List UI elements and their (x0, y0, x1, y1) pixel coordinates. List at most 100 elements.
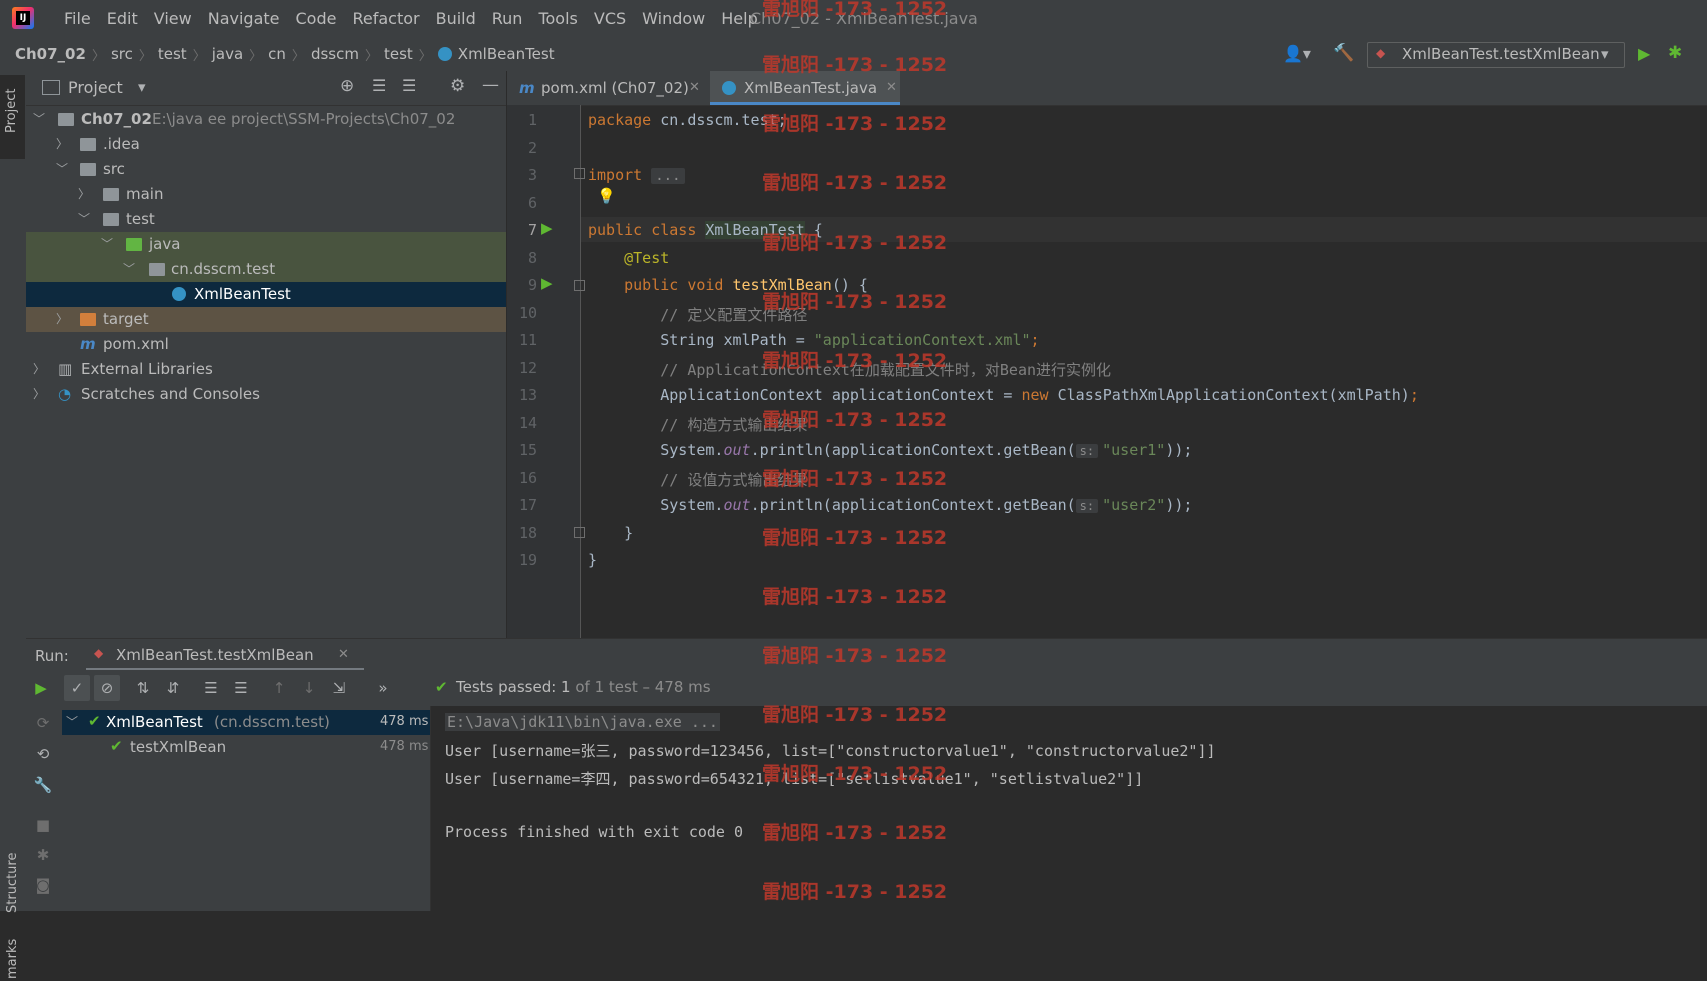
tab-pom-xml[interactable]: m pom.xml (Ch07_02) ✕ (507, 71, 737, 105)
fold-icon[interactable] (574, 527, 585, 538)
folder-icon (80, 163, 96, 176)
tree-item-test[interactable]: ﹀ test (26, 207, 506, 232)
tree-label: cn.dsscm.test (171, 260, 276, 278)
editor[interactable] (507, 71, 1707, 638)
debug-icon[interactable]: ✱ (32, 844, 54, 866)
test-row[interactable]: ﹀ ✔ XmlBeanTest (cn.dsscm.test) 478 ms (62, 710, 430, 735)
breadcrumb-dsscm[interactable]: dsscm (311, 45, 359, 63)
watermark: 雷旭阳 -173 - 1252 (762, 645, 948, 667)
watermark: 雷旭阳 -173 - 1252 (762, 113, 948, 135)
expand-all-icon[interactable]: ☰ (200, 677, 222, 699)
project-tool-label: Project (4, 88, 19, 133)
tree-item-main[interactable]: 〉 main (26, 182, 506, 207)
code-line: ApplicationContext applicationContext = … (660, 386, 1419, 404)
hide-icon[interactable]: — (482, 75, 499, 95)
close-icon[interactable]: ✕ (689, 71, 700, 105)
menu-code[interactable]: Code (288, 9, 345, 28)
next-failed-icon[interactable]: ↓ (298, 677, 320, 699)
close-icon[interactable]: ✕ (338, 647, 349, 662)
run-test-class-icon[interactable]: ▶ (541, 219, 553, 237)
run-icon[interactable]: ▶ (1638, 44, 1650, 63)
tree-label: target (103, 310, 149, 328)
rerun-failed-icon[interactable]: ⟳ (32, 712, 54, 734)
watermark: 雷旭阳 -173 - 1252 (762, 704, 948, 726)
camera-icon[interactable]: ◙ (32, 874, 54, 896)
toggle-auto-test-icon[interactable]: ⟲ (32, 743, 54, 765)
folded-imports[interactable]: ... (651, 168, 685, 184)
breadcrumb-test-pkg[interactable]: test (384, 45, 413, 63)
import-tests-icon[interactable]: ⇲ (328, 677, 350, 699)
menu-vcs[interactable]: VCS (586, 9, 634, 28)
intention-bulb-icon[interactable]: 💡 (597, 187, 616, 205)
locate-icon[interactable]: ⊕ (340, 76, 354, 96)
watermark: 雷旭阳 -173 - 1252 (762, 350, 948, 372)
breadcrumb-class[interactable]: XmlBeanTest (458, 45, 555, 63)
debug-icon[interactable]: ✱ (1668, 43, 1682, 63)
structure-tool-tab[interactable]: Structure (2, 841, 24, 921)
watermark: 雷旭阳 -173 - 1252 (762, 291, 948, 313)
more-icon[interactable]: » (372, 677, 394, 699)
menu-view[interactable]: View (146, 9, 200, 28)
project-tool-tab[interactable]: Project (0, 75, 25, 159)
folder-icon (103, 213, 119, 226)
tree-item-package[interactable]: ﹀ cn.dsscm.test (26, 257, 506, 282)
line-number: 12 (518, 359, 537, 377)
console-output[interactable] (431, 706, 1707, 911)
expand-all-icon[interactable]: ☰ (372, 76, 386, 95)
menu-run[interactable]: Run (484, 9, 531, 28)
tree-label: XmlBeanTest (194, 285, 291, 303)
collapse-all-icon[interactable]: ☰ (402, 76, 416, 95)
tree-item-scratches[interactable]: 〉 ◔ Scratches and Consoles (26, 382, 506, 407)
project-view-title[interactable]: Project (68, 78, 123, 97)
sort-alpha-icon[interactable]: ⇅ (132, 677, 154, 699)
stop-icon[interactable]: ■ (32, 814, 54, 836)
tree-item-project-root[interactable]: ﹀ Ch07_02 E:\java ee project\SSM-Project… (26, 107, 506, 132)
gear-icon[interactable]: ⚙ (450, 76, 465, 96)
code-line: } (624, 524, 634, 542)
intellij-logo-icon: IJ (12, 7, 34, 29)
run-config-icon: ◆ (1376, 46, 1386, 60)
tree-item-idea[interactable]: 〉 .idea (26, 132, 506, 157)
tree-label: .idea (103, 135, 140, 153)
run-tab[interactable]: ◆ XmlBeanTest.testXmlBean ✕ (86, 639, 364, 671)
run-test-method-icon[interactable]: ▶ (541, 274, 553, 292)
show-ignored-toggle[interactable]: ⊘ (94, 675, 120, 701)
breadcrumb-test[interactable]: test (158, 45, 187, 63)
menu-build[interactable]: Build (428, 9, 484, 28)
fold-icon[interactable] (574, 280, 585, 291)
tree-item-external-libraries[interactable]: 〉 ▥ External Libraries (26, 357, 506, 382)
tree-item-java[interactable]: ﹀ java (26, 232, 506, 257)
chevron-down-icon[interactable]: ▾ (138, 78, 146, 96)
test-row[interactable]: ✔ testXmlBean 478 ms (62, 735, 430, 760)
sort-duration-icon[interactable]: ⇵ (162, 677, 184, 699)
menu-window[interactable]: Window (634, 9, 713, 28)
menu-navigate[interactable]: Navigate (200, 9, 288, 28)
tree-item-src[interactable]: ﹀ src (26, 157, 506, 182)
build-hammer-icon[interactable]: 🔨 (1333, 43, 1354, 63)
fold-icon[interactable] (574, 168, 585, 179)
bookmarks-tool-tab[interactable]: marks (2, 938, 24, 981)
tree-item-target[interactable]: 〉 target (26, 307, 506, 332)
menu-edit[interactable]: Edit (99, 9, 146, 28)
user-icon[interactable]: 👤▾ (1283, 44, 1311, 63)
code-line: System.out.println(applicationContext.ge… (660, 441, 1193, 459)
breadcrumb-project[interactable]: Ch07_02 (15, 45, 86, 63)
wrench-icon[interactable]: 🔧 (32, 774, 54, 796)
show-passed-toggle[interactable]: ✓ (64, 675, 90, 701)
tree-label: test (126, 210, 155, 228)
menu-file[interactable]: File (56, 9, 99, 28)
breadcrumb-src[interactable]: src (111, 45, 133, 63)
menu-tools[interactable]: Tools (530, 9, 585, 28)
breadcrumb-cn[interactable]: cn (268, 45, 286, 63)
previous-failed-icon[interactable]: ↑ (268, 677, 290, 699)
tree-item-pom[interactable]: m pom.xml (26, 332, 506, 357)
rerun-icon[interactable]: ▶ (30, 677, 52, 699)
console-line-command[interactable]: E:\Java\jdk11\bin\java.exe ... (445, 713, 720, 731)
breadcrumb-java[interactable]: java (212, 45, 243, 63)
run-configuration-select[interactable]: ◆ XmlBeanTest.testXmlBean ▾ (1367, 42, 1625, 68)
bookmarks-tool-label: marks (5, 938, 20, 979)
test-class-package: (cn.dsscm.test) (214, 713, 330, 731)
tree-item-xmlbeantest[interactable]: XmlBeanTest (26, 282, 506, 307)
menu-refactor[interactable]: Refactor (344, 9, 427, 28)
collapse-all-icon[interactable]: ☰ (230, 677, 252, 699)
